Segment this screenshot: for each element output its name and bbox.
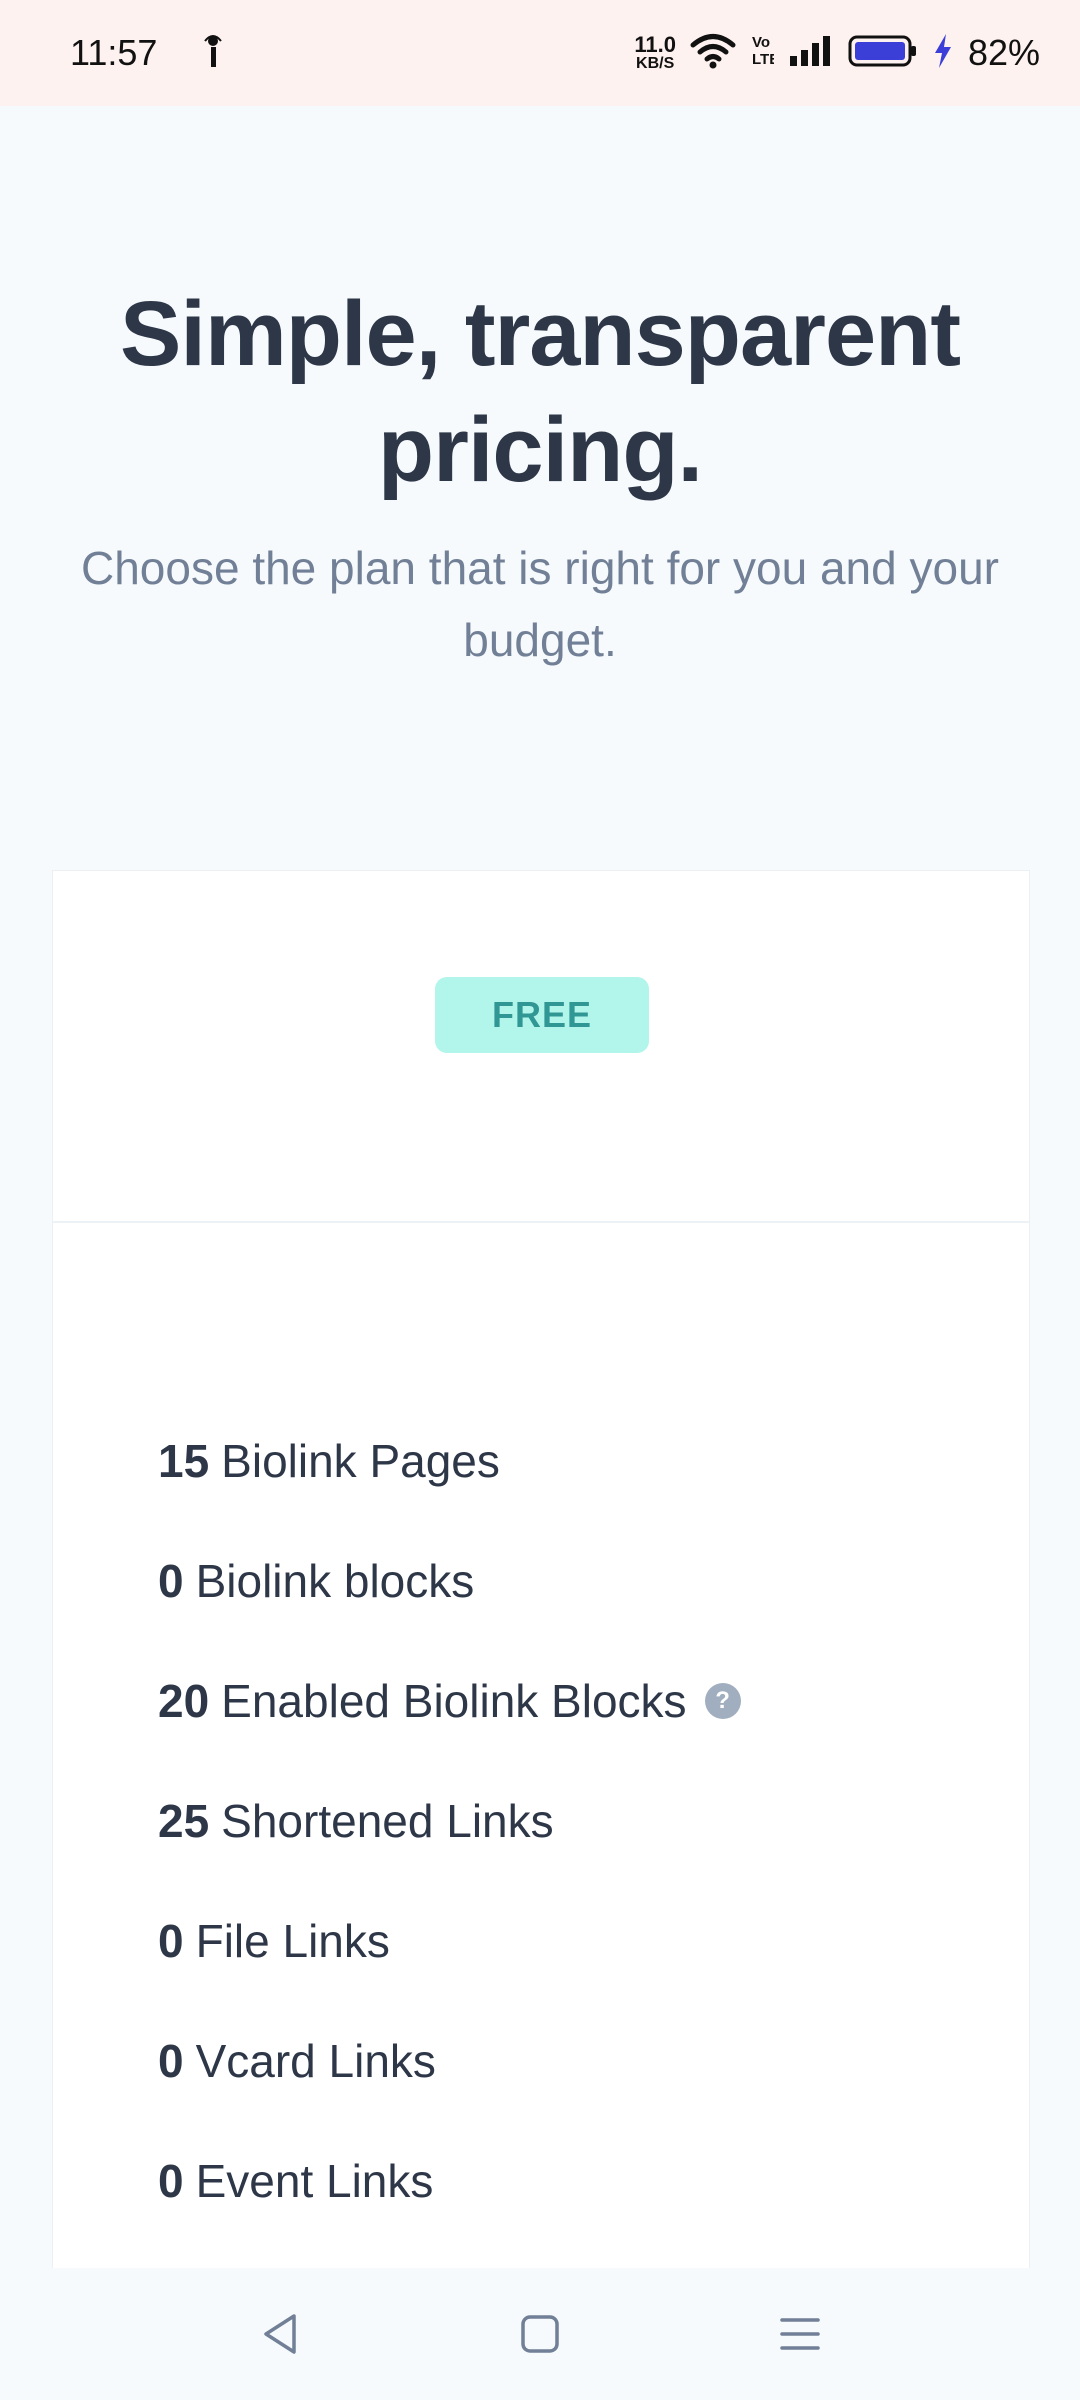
feature-item: 25 Shortened Links <box>158 1761 741 1881</box>
feature-label: Shortened Links <box>221 1795 554 1847</box>
feature-count: 0 <box>158 2155 184 2207</box>
feature-label: Enabled Biolink Blocks <box>221 1675 687 1727</box>
network-speed-unit: KB/S <box>636 55 675 72</box>
volte-icon: Vo LTE <box>750 32 779 75</box>
feature-count: 25 <box>158 1795 210 1847</box>
signal-icon <box>788 34 834 73</box>
back-button[interactable] <box>250 2304 310 2364</box>
battery-percent: 82% <box>967 32 1040 73</box>
plan-card: FREE 15 Biolink Pages 0 Biolink blocks 2… <box>52 870 1030 2270</box>
home-icon <box>521 2315 559 2353</box>
feature-item: 15 Biolink Pages <box>158 1401 741 1521</box>
feature-count: 0 <box>158 1915 184 1967</box>
feature-list: 15 Biolink Pages 0 Biolink blocks 20 Ena… <box>158 1401 741 2241</box>
status-time: 11:57 <box>70 32 158 73</box>
wifi-icon <box>690 32 736 75</box>
feature-item: 0 Vcard Links <box>158 2001 741 2121</box>
charging-icon <box>932 32 954 75</box>
feature-label: Vcard Links <box>195 2035 436 2087</box>
plan-card-header: FREE <box>53 871 1029 1223</box>
recents-button[interactable] <box>770 2304 830 2364</box>
feature-count: 0 <box>158 1555 184 1607</box>
menu-icon <box>780 2318 820 2350</box>
network-speed-value: 11.0 <box>634 32 676 57</box>
feature-item: 20 Enabled Biolink Blocks ? <box>158 1641 741 1761</box>
feature-item: 0 File Links <box>158 1881 741 2001</box>
home-button[interactable] <box>510 2304 570 2364</box>
feature-label: Biolink blocks <box>195 1555 475 1607</box>
feature-count: 20 <box>158 1675 210 1727</box>
feature-label: Biolink Pages <box>221 1435 500 1487</box>
system-nav-bar <box>0 2268 1080 2400</box>
notification-icon <box>201 33 225 74</box>
feature-count: 0 <box>158 2035 184 2087</box>
back-icon <box>264 2314 296 2354</box>
feature-label: File Links <box>195 1915 390 1967</box>
feature-item: 0 Biolink blocks <box>158 1521 741 1641</box>
feature-label: Event Links <box>195 2155 434 2207</box>
page-title: Simple, transparent pricing. <box>120 283 961 501</box>
feature-item: 0 Event Links <box>158 2121 741 2241</box>
feature-count: 15 <box>158 1435 210 1487</box>
page-subtitle: Choose the plan that is right for you an… <box>80 542 999 666</box>
pricing-hero: Simple, transparent pricing. Choose the … <box>0 276 1080 676</box>
network-speed: 11.0 KB/S <box>634 34 676 72</box>
battery-icon <box>848 34 918 73</box>
plan-badge: FREE <box>435 977 649 1053</box>
status-bar: 11:57 11.0 KB/S Vo LTE <box>0 0 1080 106</box>
help-icon[interactable]: ? <box>704 1683 741 1719</box>
svg-text:LTE: LTE <box>752 51 774 68</box>
svg-text:Vo: Vo <box>752 34 770 51</box>
